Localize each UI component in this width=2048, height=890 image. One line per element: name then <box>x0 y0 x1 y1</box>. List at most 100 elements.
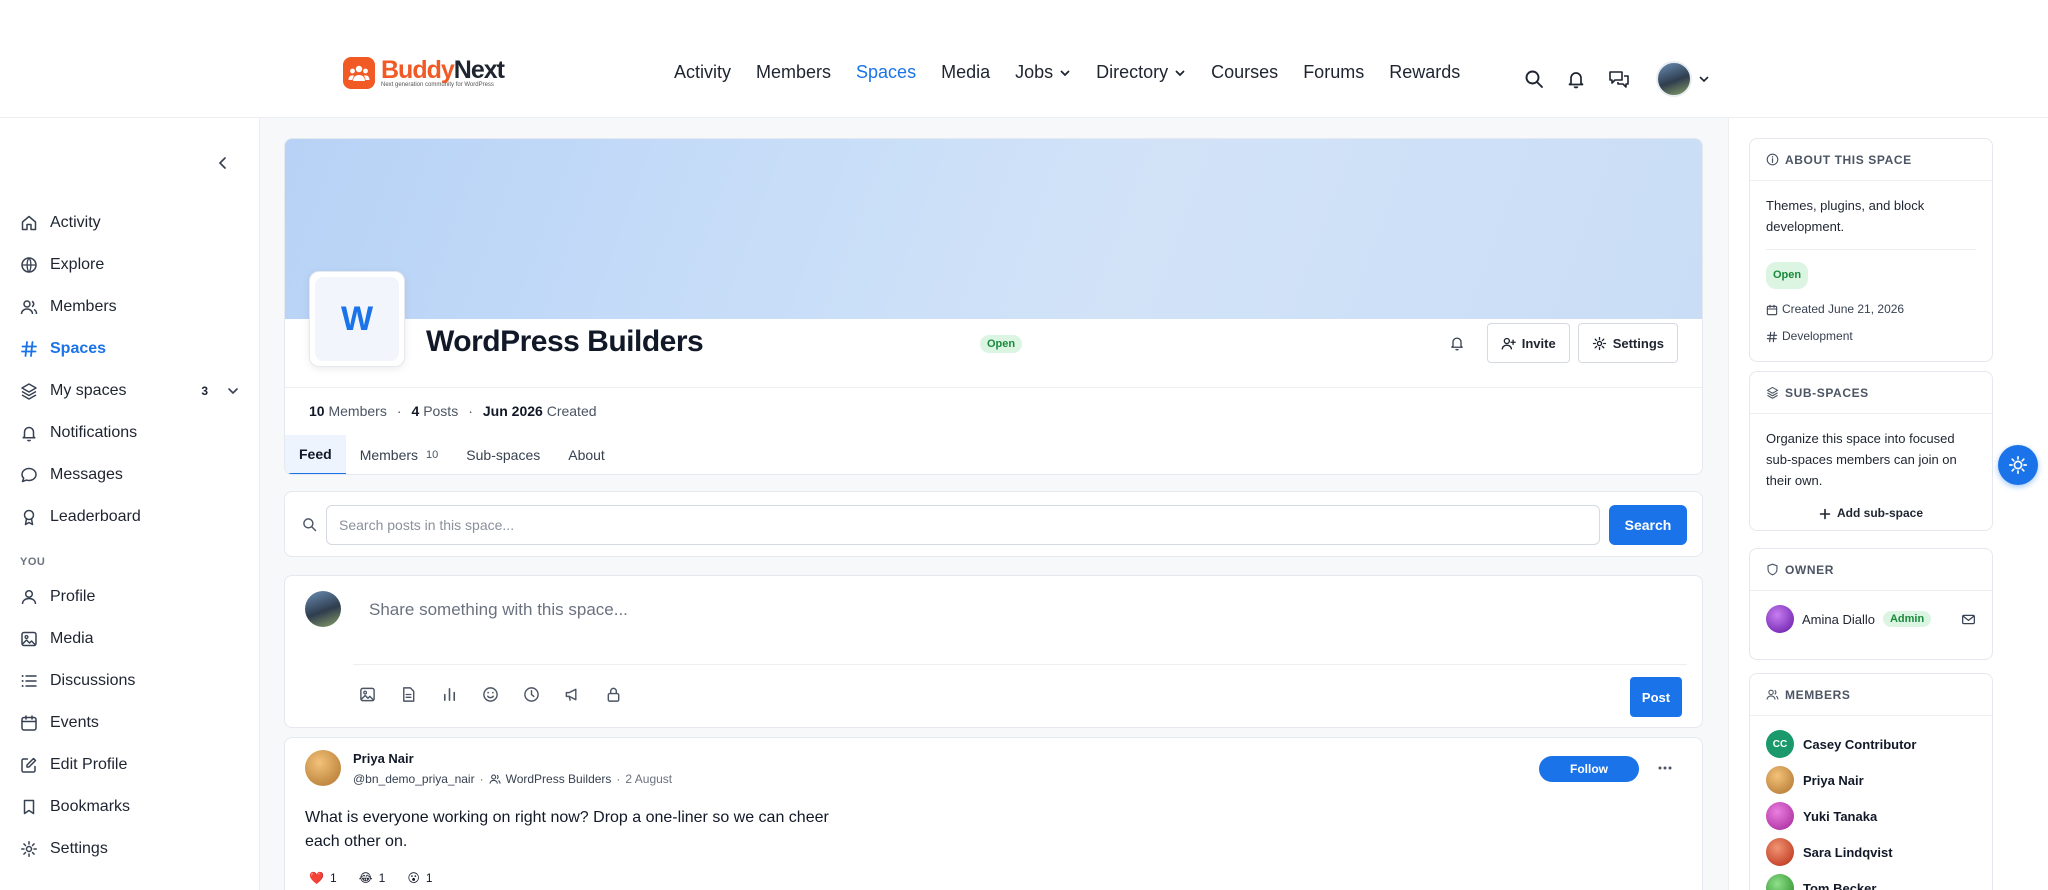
post-space-link[interactable]: WordPress Builders <box>506 772 612 786</box>
about-category[interactable]: Development <box>1766 326 1976 347</box>
nav-members[interactable]: Members <box>756 62 831 83</box>
my-spaces-count: 3 <box>201 384 208 398</box>
stat-posts: 4 Posts <box>411 403 459 419</box>
members-widget: MEMBERS CC Casey Contributor Priya Nair … <box>1749 673 1993 890</box>
space-notifications-button[interactable] <box>1439 323 1475 363</box>
list-item[interactable]: CC Casey Contributor <box>1750 726 1992 762</box>
invite-button[interactable]: Invite <box>1486 323 1570 363</box>
document-icon[interactable] <box>400 686 417 703</box>
layers-icon <box>21 383 37 400</box>
poll-icon[interactable] <box>441 686 458 703</box>
sidebar-item-my-spaces[interactable]: My spaces 3 <box>20 370 242 412</box>
calendar-icon <box>21 715 37 731</box>
sidebar-item-spaces[interactable]: Spaces <box>20 328 242 370</box>
chevron-down-icon[interactable] <box>226 384 240 398</box>
theme-toggle-button[interactable] <box>1998 445 2038 485</box>
tab-about[interactable]: About <box>554 435 619 474</box>
nav-forums[interactable]: Forums <box>1303 62 1364 83</box>
list-item[interactable]: Yuki Tanaka <box>1750 798 1992 834</box>
nav-spaces[interactable]: Spaces <box>856 62 916 83</box>
search-icon[interactable] <box>1524 69 1544 89</box>
bell-icon[interactable] <box>1566 69 1586 89</box>
logo-mark-icon <box>343 57 375 89</box>
clock-icon[interactable] <box>523 686 540 703</box>
nav-rewards[interactable]: Rewards <box>1389 62 1460 83</box>
owner-widget: OWNER Amina Diallo Admin <box>1749 548 1993 660</box>
nav-courses[interactable]: Courses <box>1211 62 1278 83</box>
brand-logo[interactable]: BuddyNext Next generation community for … <box>343 57 505 89</box>
add-sub-space-button[interactable]: Add sub-space <box>1766 503 1976 524</box>
avatar[interactable] <box>1766 605 1794 633</box>
mail-icon[interactable] <box>1961 612 1976 627</box>
status-badge: Open <box>980 335 1023 353</box>
nav-directory[interactable]: Directory <box>1096 62 1186 83</box>
avatar <box>305 591 341 627</box>
image-icon <box>21 631 37 647</box>
messages-icon[interactable] <box>1608 69 1630 89</box>
image-icon[interactable] <box>359 686 376 703</box>
space-settings-button[interactable]: Settings <box>1577 323 1678 363</box>
post-date[interactable]: 2 August <box>625 772 672 786</box>
hash-icon <box>1766 331 1778 342</box>
megaphone-icon[interactable] <box>564 686 581 703</box>
sidebar-item-activity[interactable]: Activity <box>20 202 242 244</box>
sidebar-item-explore[interactable]: Explore <box>20 244 242 286</box>
sidebar-item-events[interactable]: Events <box>20 702 242 744</box>
sidebar-item-discussions[interactable]: Discussions <box>20 660 242 702</box>
users-icon <box>1766 689 1779 700</box>
reaction-laugh[interactable]: 😂 1 <box>359 871 386 885</box>
nav-activity[interactable]: Activity <box>674 62 731 83</box>
owner-name[interactable]: Amina Diallo <box>1802 612 1875 627</box>
list-item[interactable]: Sara Lindqvist <box>1750 834 1992 870</box>
sidebar-item-messages[interactable]: Messages <box>20 454 242 496</box>
sidebar-item-bookmarks[interactable]: Bookmarks <box>20 786 242 828</box>
nav-jobs[interactable]: Jobs <box>1015 62 1071 83</box>
award-icon <box>23 509 35 526</box>
shield-icon <box>1767 563 1778 576</box>
avatar[interactable] <box>305 750 341 786</box>
avatar <box>1766 802 1794 830</box>
tab-feed[interactable]: Feed <box>285 435 346 474</box>
tab-members[interactable]: Members 10 <box>346 435 453 474</box>
reaction-wow[interactable]: 😮 1 <box>407 871 432 885</box>
space-search-card: Search <box>284 491 1703 557</box>
post-author-handle[interactable]: @bn_demo_priya_nair <box>353 772 475 786</box>
list-item[interactable]: Tom Becker <box>1750 870 1992 890</box>
gear-icon <box>1592 336 1606 350</box>
divider <box>1766 249 1976 250</box>
reaction-heart[interactable]: ❤️ 1 <box>309 871 337 885</box>
about-created: Created June 21, 2026 <box>1766 299 1976 320</box>
widget-heading: MEMBERS <box>1750 674 1992 716</box>
about-space-widget: ABOUT THIS SPACE Themes, plugins, and bl… <box>1749 138 1993 362</box>
post-button[interactable]: Post <box>1630 677 1682 717</box>
search-icon <box>303 518 317 532</box>
heart-icon: ❤️ <box>309 871 324 885</box>
post-author-name[interactable]: Priya Nair <box>353 751 414 766</box>
sun-icon <box>2008 455 2028 475</box>
sidebar-item-notifications[interactable]: Notifications <box>20 412 242 454</box>
user-menu[interactable] <box>1656 61 1710 97</box>
search-posts-input[interactable] <box>326 505 1600 545</box>
sidebar-item-leaderboard[interactable]: Leaderboard <box>20 496 242 538</box>
sidebar-item-media[interactable]: Media <box>20 618 242 660</box>
emoji-icon[interactable] <box>482 686 499 703</box>
chevron-down-icon <box>1175 70 1185 76</box>
hash-icon <box>21 341 37 357</box>
tab-sub-spaces[interactable]: Sub-spaces <box>452 435 554 474</box>
collapse-sidebar-icon[interactable] <box>214 154 232 172</box>
follow-button[interactable]: Follow <box>1539 756 1639 782</box>
search-button[interactable]: Search <box>1609 505 1687 545</box>
stat-created: Jun 2026 Created <box>482 403 597 419</box>
nav-media[interactable]: Media <box>941 62 990 83</box>
users-icon <box>20 300 38 315</box>
sidebar-item-edit-profile[interactable]: Edit Profile <box>20 744 242 786</box>
sidebar-item-profile[interactable]: Profile <box>20 576 242 618</box>
sidebar-item-settings[interactable]: Settings <box>20 828 242 870</box>
more-options-icon[interactable] <box>1657 760 1673 776</box>
list-item[interactable]: Priya Nair <box>1750 762 1992 798</box>
composer-input[interactable]: Share something with this space... <box>369 600 628 620</box>
user-plus-icon <box>1501 337 1516 349</box>
sidebar-item-members[interactable]: Members <box>20 286 242 328</box>
lock-icon[interactable] <box>605 686 622 703</box>
space-header-card: W WordPress Builders Open Invite Setting… <box>284 138 1703 475</box>
